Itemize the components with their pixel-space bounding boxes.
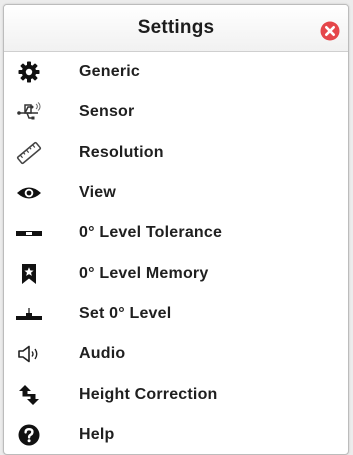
level-tolerance-icon [16,231,42,237]
menu-item-height-correction[interactable]: Height Correction [4,374,348,414]
menu-item-label: View [79,184,116,202]
menu-item-label: Audio [79,345,126,363]
set-level-icon [16,307,42,320]
settings-header: Settings [4,5,348,52]
menu-item-label: 0° Level Tolerance [79,224,223,242]
settings-panel: Settings Generic Sensor Resolution View … [3,4,349,455]
menu-item-label: Height Correction [79,385,218,403]
menu-item-label: Help [79,425,115,443]
ruler-icon [16,141,42,164]
eye-icon [17,187,41,199]
close-icon [320,21,340,41]
menu-item-sensor[interactable]: Sensor [4,92,348,132]
menu-item-label: Sensor [79,103,135,121]
menu-item-level-memory[interactable]: 0° Level Memory [4,253,348,293]
close-button[interactable] [320,21,340,41]
menu-item-label: Generic [79,63,140,81]
help-icon [18,424,40,446]
gear-icon [18,61,40,83]
speaker-icon [18,345,38,363]
menu-item-view[interactable]: View [4,173,348,213]
menu-item-audio[interactable]: Audio [4,334,348,374]
menu-item-set-level[interactable]: Set 0° Level [4,294,348,334]
bookmark-star-icon [22,263,36,284]
panel-title: Settings [137,17,215,38]
menu-item-label: 0° Level Memory [79,264,209,282]
settings-menu: Generic Sensor Resolution View 0° Level … [4,52,348,454]
menu-item-level-tolerance[interactable]: 0° Level Tolerance [4,213,348,253]
menu-item-label: Set 0° Level [79,304,172,322]
height-correction-icon [19,384,39,405]
menu-item-label: Resolution [79,143,164,161]
usb-sensor-icon [17,102,41,120]
menu-item-resolution[interactable]: Resolution [4,133,348,173]
menu-item-generic[interactable]: Generic [4,52,348,92]
menu-item-help[interactable]: Help [4,415,348,454]
